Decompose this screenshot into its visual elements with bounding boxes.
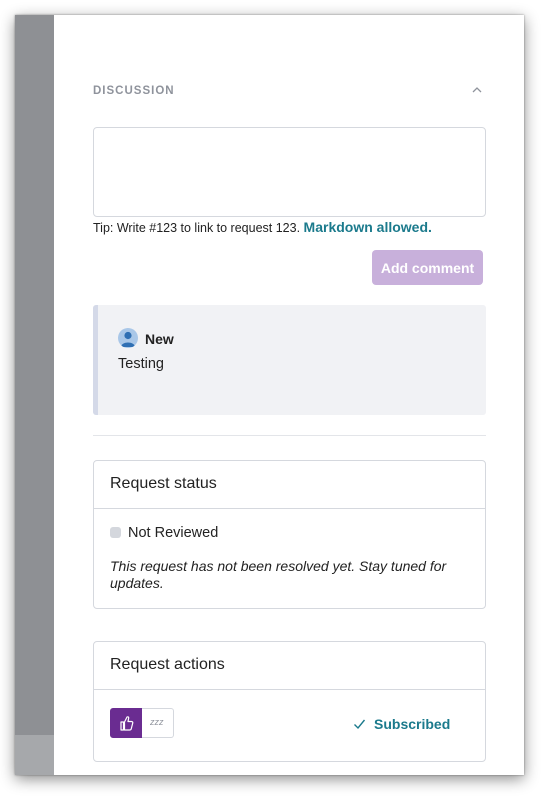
comment-item: New Testing bbox=[93, 305, 486, 415]
discussion-header[interactable]: DISCUSSION bbox=[93, 85, 484, 99]
markdown-link[interactable]: Markdown allowed. bbox=[304, 219, 432, 235]
tip-text: Tip: Write #123 to link to request 123. … bbox=[93, 219, 432, 235]
thumbs-up-icon bbox=[120, 716, 134, 731]
modal-window: DISCUSSION Tip: Write #123 to link to re… bbox=[15, 15, 524, 775]
request-status-title: Request status bbox=[110, 475, 217, 492]
user-icon bbox=[121, 331, 135, 347]
chevron-up-icon[interactable] bbox=[470, 83, 484, 97]
request-actions-card: Request actions zzz Subscribed bbox=[93, 641, 486, 762]
status-color-swatch bbox=[110, 527, 121, 538]
vote-button-group: zzz bbox=[110, 708, 174, 738]
tip-label: Tip: Write #123 to link to request 123. bbox=[93, 221, 301, 235]
card-divider bbox=[94, 508, 485, 509]
check-icon bbox=[354, 719, 366, 730]
status-label: Not Reviewed bbox=[128, 525, 219, 541]
status-note: This request has not been resolved yet. … bbox=[110, 558, 447, 591]
comment-input[interactable] bbox=[93, 127, 486, 217]
add-comment-button[interactable]: Add comment bbox=[372, 250, 483, 285]
card-divider bbox=[94, 689, 485, 690]
side-panel: DISCUSSION Tip: Write #123 to link to re… bbox=[54, 15, 524, 775]
backdrop bbox=[15, 15, 54, 775]
divider bbox=[93, 435, 486, 436]
upvote-button[interactable] bbox=[110, 708, 142, 738]
avatar bbox=[118, 328, 138, 348]
backdrop-footer bbox=[15, 735, 54, 775]
request-status-card: Request status Not Reviewed This request… bbox=[93, 460, 486, 609]
subscribed-label: Subscribed bbox=[374, 716, 451, 732]
snooze-button[interactable]: zzz bbox=[142, 708, 174, 738]
comment-author: New bbox=[145, 331, 174, 347]
comment-body: Testing bbox=[118, 356, 164, 372]
discussion-title: DISCUSSION bbox=[93, 85, 175, 97]
request-actions-title: Request actions bbox=[110, 656, 225, 673]
zzz-icon: zzz bbox=[150, 717, 164, 727]
